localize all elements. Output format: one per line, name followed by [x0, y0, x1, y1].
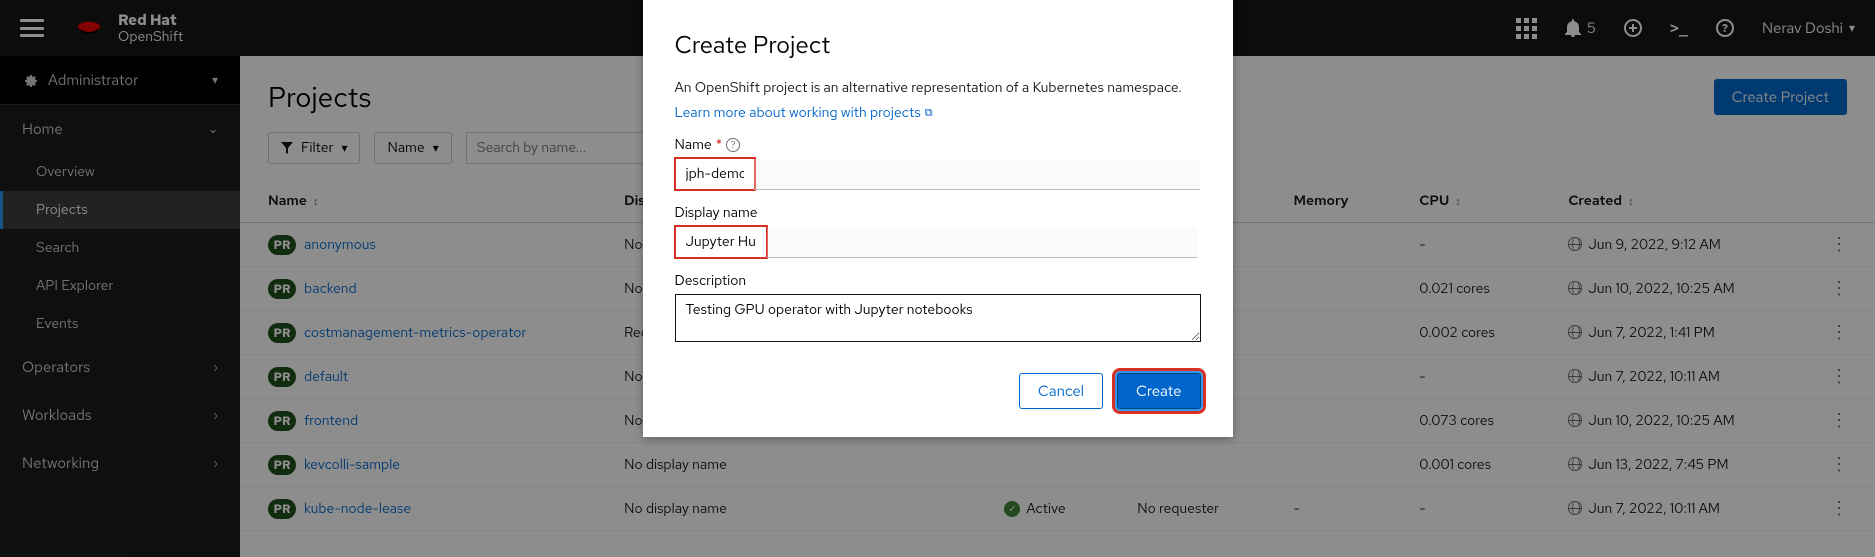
name-field-label: Name*?: [675, 136, 1201, 154]
name-input[interactable]: [675, 158, 755, 190]
learn-more-link[interactable]: Learn more about working with projects⧉: [675, 104, 933, 122]
display-name-input[interactable]: [675, 226, 767, 258]
create-project-modal: Create Project An OpenShift project is a…: [643, 0, 1233, 437]
create-button[interactable]: Create: [1117, 373, 1200, 409]
info-icon[interactable]: ?: [726, 138, 740, 152]
modal-title: Create Project: [675, 30, 1201, 61]
display-field-label: Display name: [675, 204, 1201, 222]
cancel-button[interactable]: Cancel: [1019, 373, 1103, 409]
desc-field-label: Description: [675, 272, 1201, 290]
external-link-icon: ⧉: [925, 106, 933, 120]
modal-desc: An OpenShift project is an alternative r…: [675, 79, 1201, 97]
description-input[interactable]: Testing GPU operator with Jupyter notebo…: [675, 294, 1201, 342]
